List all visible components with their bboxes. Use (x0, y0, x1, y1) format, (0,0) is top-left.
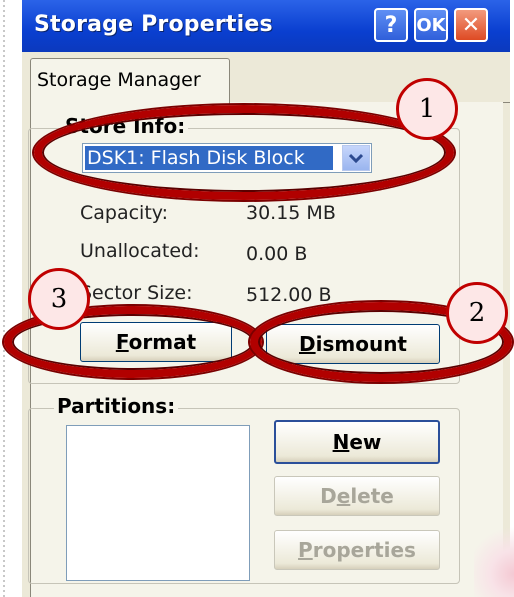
delete-button[interactable]: Delete (274, 476, 440, 516)
unallocated-value: 0.00 B (246, 243, 308, 265)
unallocated-label: Unallocated: (80, 240, 200, 262)
delete-label: Delete (320, 484, 394, 508)
title-bar: Storage Properties ? OK ✕ (22, 0, 510, 52)
capacity-value: 30.15 MB (246, 202, 336, 224)
sector-size-label: Sector Size: (80, 282, 193, 304)
corner-decoration (474, 520, 514, 597)
close-button[interactable]: ✕ (454, 8, 488, 42)
new-button[interactable]: New (274, 420, 440, 464)
annotation-marker-3: 3 (28, 268, 90, 330)
help-button[interactable]: ? (374, 8, 408, 42)
annotation-marker-1: 1 (396, 78, 458, 140)
capacity-label: Capacity: (80, 202, 169, 224)
properties-button[interactable]: Properties (274, 530, 440, 570)
annotation-oval-1 (34, 105, 454, 200)
partitions-label: Partitions: (54, 394, 179, 418)
annotation-marker-2: 2 (446, 282, 508, 344)
new-label: New (332, 430, 382, 454)
sector-size-value: 512.00 B (246, 284, 332, 306)
ok-button[interactable]: OK (414, 8, 448, 42)
tab-storage-manager[interactable]: Storage Manager (30, 58, 230, 104)
partitions-list[interactable] (66, 425, 250, 581)
properties-label: Properties (298, 538, 416, 562)
tab-label: Storage Manager (37, 69, 201, 91)
window-title: Storage Properties (34, 12, 273, 37)
left-dotted-border (3, 0, 5, 597)
